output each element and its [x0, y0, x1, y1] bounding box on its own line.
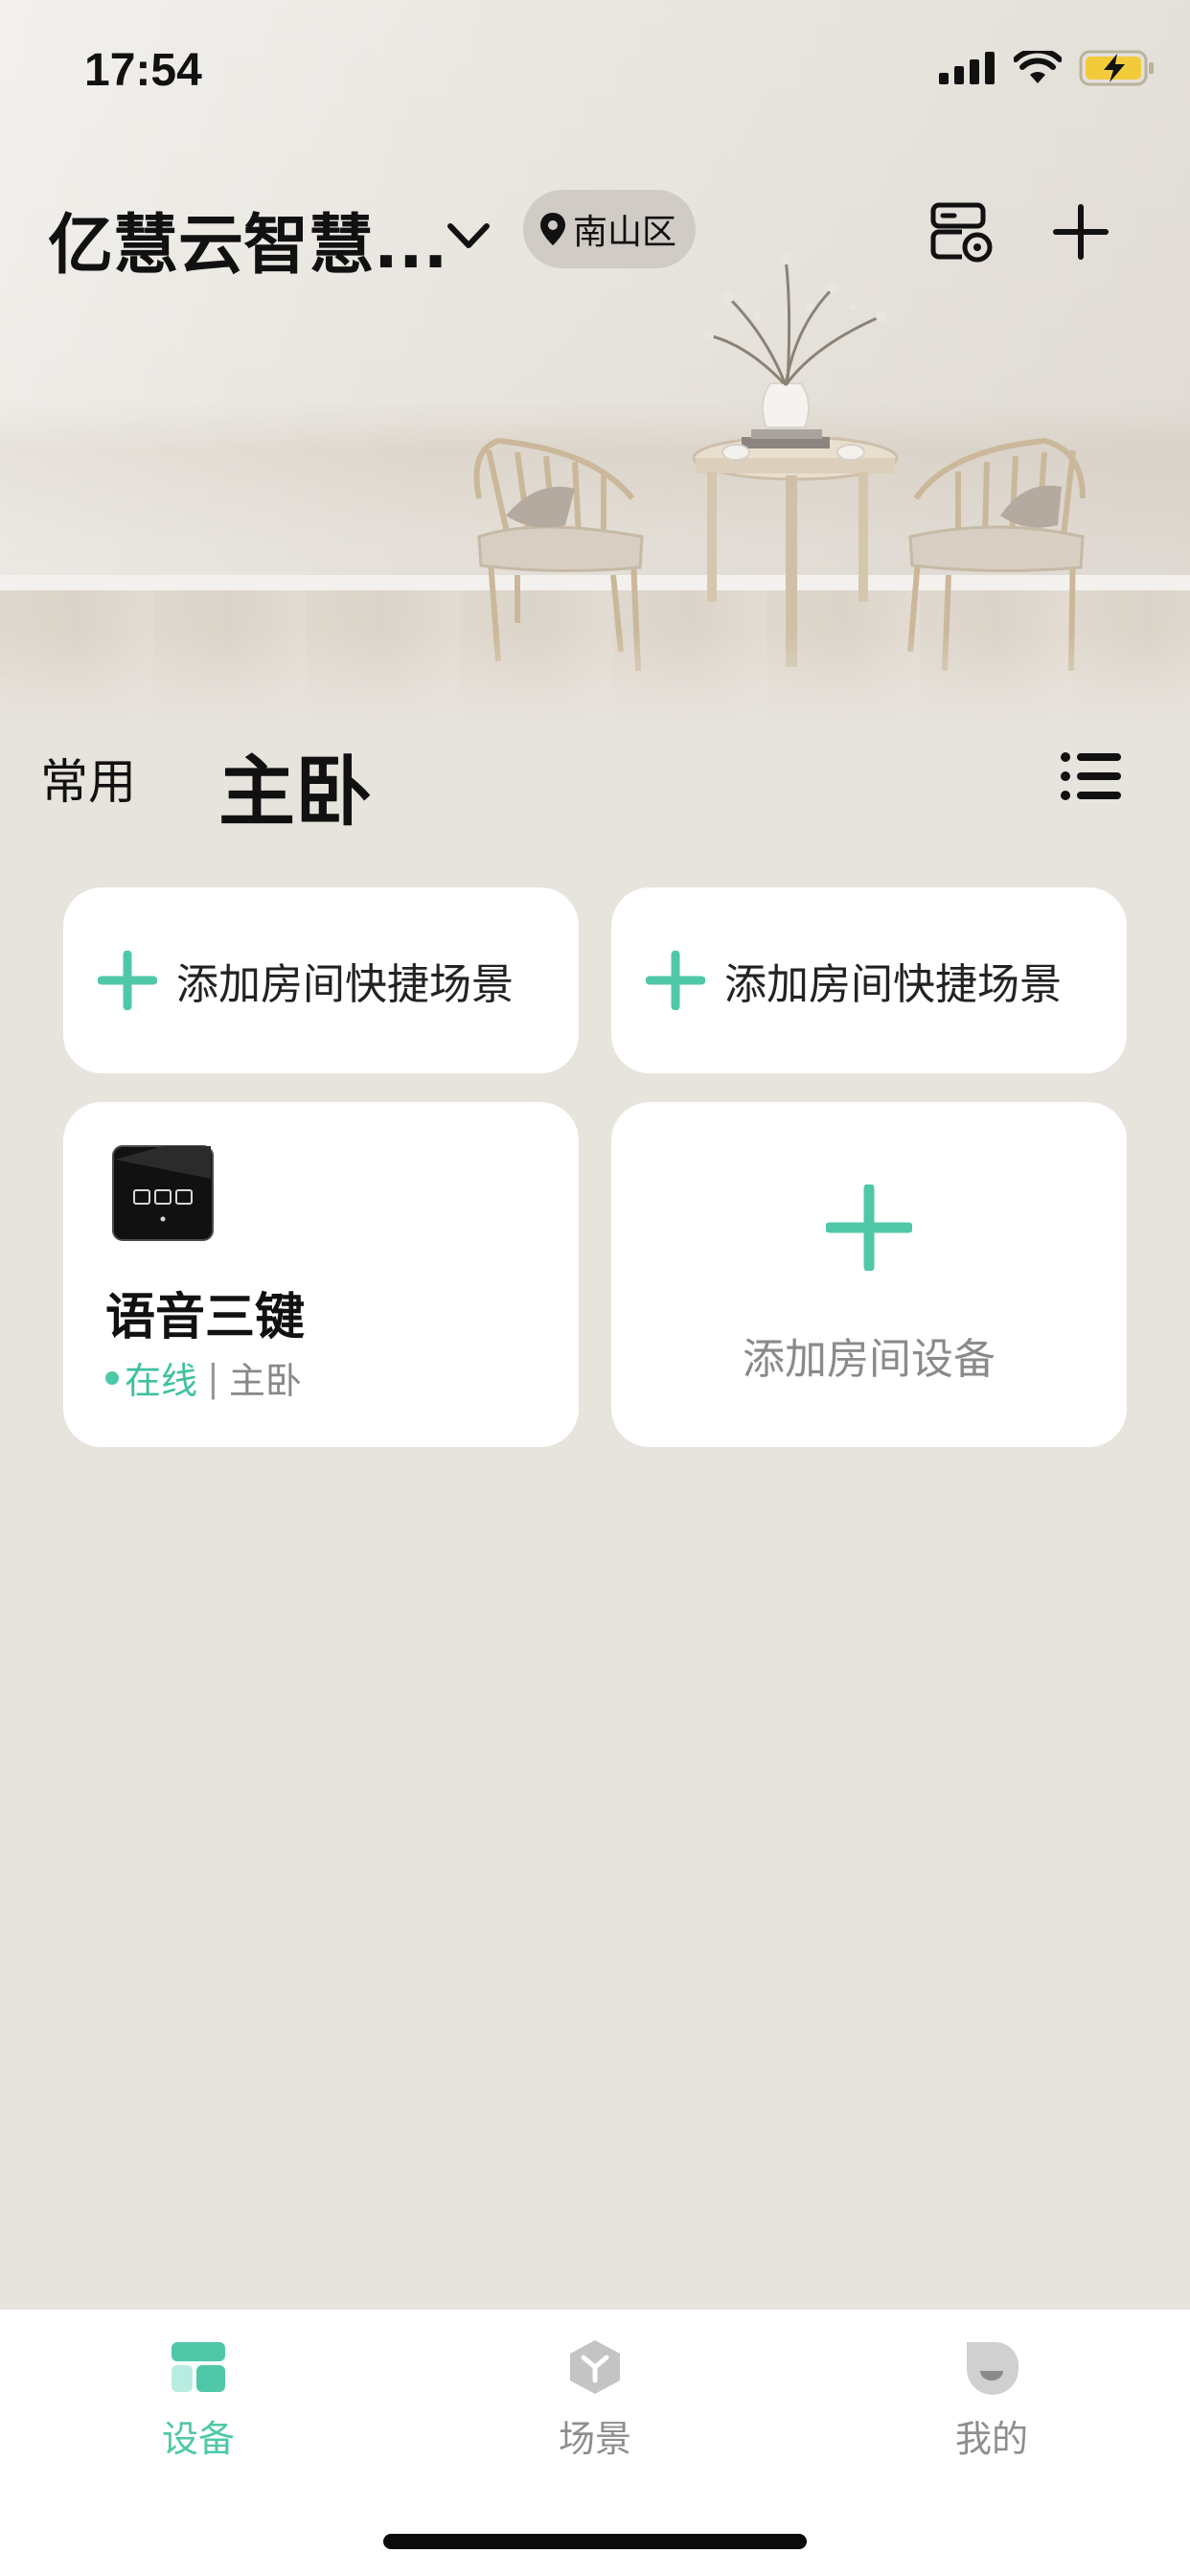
tab-common[interactable]: 常用	[40, 744, 136, 813]
add-room-scene-card[interactable]: 添加房间快捷场景	[611, 887, 1127, 1073]
home-name[interactable]: 亿慧云智慧...	[48, 192, 448, 287]
tab-devices-label: 设备	[161, 2418, 235, 2460]
tab-scenes[interactable]: 场景	[499, 2327, 691, 2462]
tab-scenes-label: 场景	[558, 2418, 631, 2460]
hero-fade	[0, 632, 1190, 728]
signal-icon	[939, 52, 995, 84]
voice-switch-thumbnail	[112, 1145, 214, 1241]
status-separator: |	[207, 1356, 219, 1399]
location-label: 南山区	[573, 213, 677, 252]
add-room-device-card[interactable]: 添加房间设备	[611, 1102, 1127, 1447]
wifi-icon	[1014, 51, 1062, 83]
room-illustration	[473, 253, 1086, 672]
device-online-status: 在线	[125, 1360, 198, 1402]
device-name: 语音三键	[105, 1289, 306, 1346]
device-room: 主卧	[228, 1360, 302, 1402]
list-icon[interactable]	[1058, 748, 1127, 805]
plus-icon	[646, 951, 705, 1010]
hero-banner	[0, 0, 1190, 728]
device-status: 在线 | 主卧	[105, 1351, 302, 1404]
add-room-scene-label: 添加房间快捷场景	[724, 960, 1062, 1009]
device-manage-icon[interactable]	[927, 197, 996, 266]
location-pin-icon	[540, 213, 565, 245]
chevron-down-icon[interactable]	[443, 213, 494, 259]
status-icons	[939, 50, 1156, 86]
scenes-icon	[570, 2340, 620, 2394]
devices-icon	[172, 2342, 225, 2392]
location-badge[interactable]: 南山区	[523, 190, 697, 268]
add-room-scene-label: 添加房间快捷场景	[176, 960, 514, 1009]
battery-charging-icon	[1079, 50, 1154, 86]
status-time: 17:54	[84, 45, 202, 96]
tab-mine-label: 我的	[954, 2418, 1028, 2460]
home-indicator	[383, 2534, 807, 2549]
tab-master-bedroom[interactable]: 主卧	[218, 730, 372, 841]
device-card[interactable]: 语音三键 在线 | 主卧	[63, 1102, 579, 1447]
tab-devices[interactable]: 设备	[103, 2327, 294, 2462]
online-dot	[105, 1370, 119, 1385]
add-room-device-label: 添加房间设备	[743, 1335, 995, 1384]
plus-icon	[98, 951, 157, 1010]
tab-mine[interactable]: 我的	[896, 2327, 1087, 2462]
profile-icon	[967, 2342, 1018, 2395]
add-room-scene-card[interactable]: 添加房间快捷场景	[63, 887, 579, 1073]
add-icon[interactable]	[1046, 197, 1115, 266]
plus-icon	[826, 1184, 912, 1271]
